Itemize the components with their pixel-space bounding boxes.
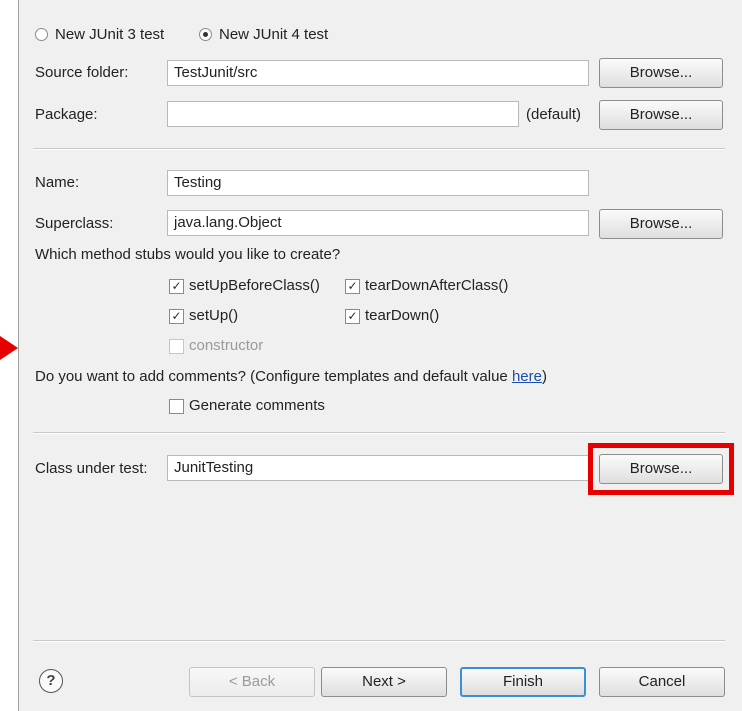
red-highlight-box — [588, 443, 734, 495]
cancel-button[interactable]: Cancel — [599, 667, 725, 697]
junit3-radio-label[interactable]: New JUnit 3 test — [55, 25, 164, 45]
source-folder-input[interactable]: TestJunit/src — [167, 60, 589, 86]
configure-templates-link[interactable]: here — [512, 368, 542, 385]
package-label: Package: — [35, 106, 98, 123]
junit3-radio[interactable] — [35, 28, 48, 41]
comments-question: Do you want to add comments? (Configure … — [35, 367, 547, 387]
new-junit-test-dialog: New JUnit 3 test New JUnit 4 test Source… — [18, 0, 742, 711]
source-folder-label: Source folder: — [35, 64, 129, 81]
method-stubs-question: Which method stubs would you like to cre… — [35, 246, 341, 263]
superclass-label: Superclass: — [35, 215, 114, 232]
source-folder-browse-button[interactable]: Browse... — [599, 58, 723, 88]
superclass-browse-button[interactable]: Browse... — [599, 209, 723, 239]
teardown-after-class-checkbox[interactable]: ✓ — [345, 279, 360, 294]
class-under-test-label: Class under test: — [35, 460, 148, 477]
separator — [33, 640, 725, 642]
junit4-radio-label[interactable]: New JUnit 4 test — [219, 25, 328, 45]
comments-question-text: Do you want to add comments? (Configure … — [35, 368, 508, 385]
class-under-test-input[interactable]: JunitTesting — [167, 455, 589, 481]
superclass-input[interactable]: java.lang.Object — [167, 210, 589, 236]
teardown-after-class-label[interactable]: tearDownAfterClass() — [365, 276, 508, 296]
name-label: Name: — [35, 174, 80, 191]
setup-checkbox[interactable]: ✓ — [169, 309, 184, 324]
name-input[interactable]: Testing — [167, 170, 589, 196]
next-button[interactable]: Next > — [321, 667, 447, 697]
package-browse-button[interactable]: Browse... — [599, 100, 723, 130]
junit4-radio[interactable] — [199, 28, 212, 41]
separator — [33, 432, 725, 434]
teardown-checkbox[interactable]: ✓ — [345, 309, 360, 324]
constructor-checkbox — [169, 339, 184, 354]
teardown-label[interactable]: tearDown() — [365, 306, 439, 326]
back-button: < Back — [189, 667, 315, 697]
comments-question-close: ) — [541, 368, 547, 385]
generate-comments-label[interactable]: Generate comments — [189, 396, 325, 416]
setup-label[interactable]: setUp() — [189, 306, 238, 326]
setup-before-class-checkbox[interactable]: ✓ — [169, 279, 184, 294]
package-default-hint: (default) — [526, 106, 582, 123]
help-icon[interactable]: ? — [39, 669, 63, 693]
setup-before-class-label[interactable]: setUpBeforeClass() — [189, 276, 320, 296]
finish-button[interactable]: Finish — [460, 667, 586, 697]
generate-comments-checkbox[interactable] — [169, 399, 184, 414]
annotation-arrow-icon — [0, 336, 18, 360]
package-input[interactable] — [167, 101, 519, 127]
constructor-label: constructor — [189, 337, 264, 354]
separator — [33, 148, 725, 150]
